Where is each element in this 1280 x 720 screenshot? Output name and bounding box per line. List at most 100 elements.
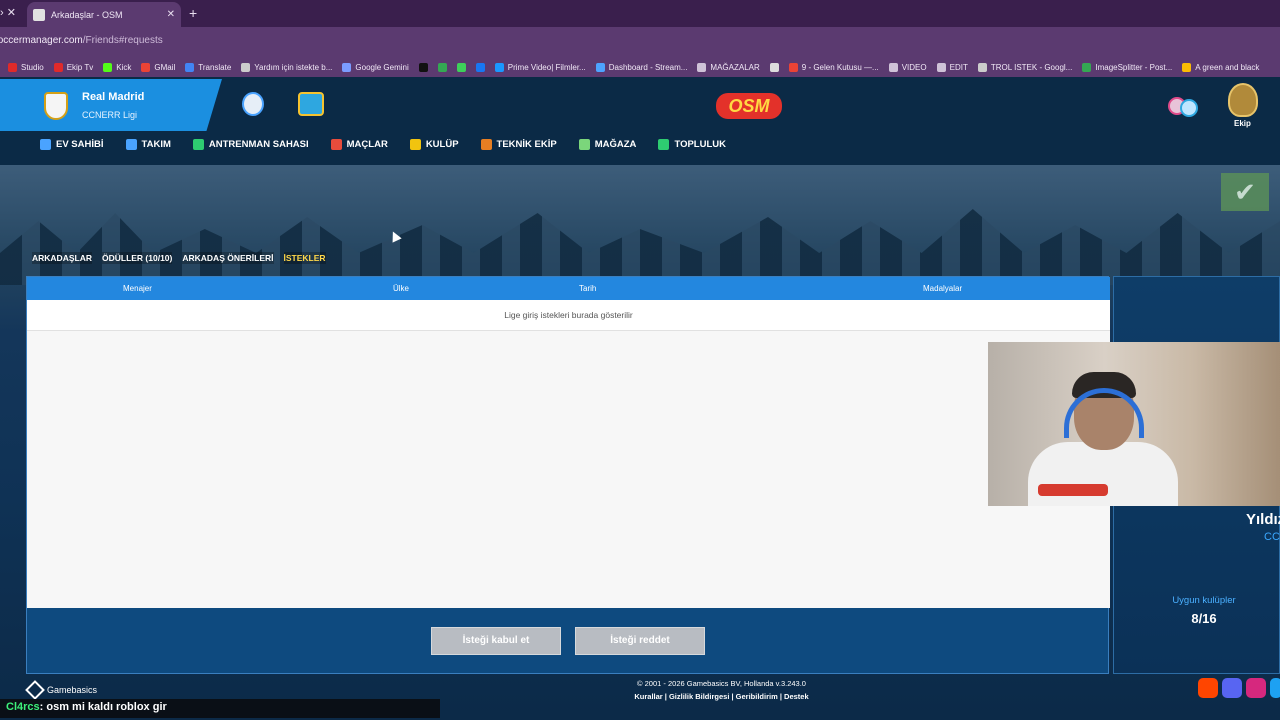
bookmark-item[interactable]: Translate (185, 62, 232, 72)
subtab-3[interactable]: İSTEKLER (283, 252, 326, 264)
chat-bubbles-icon[interactable] (1168, 95, 1200, 117)
twitter-icon[interactable] (1270, 678, 1280, 698)
active-tab[interactable]: Arkadaşlar - OSM ✕ (27, 2, 181, 27)
column-country[interactable]: Ülke (393, 284, 409, 293)
nav-item[interactable]: TEKNİK EKİP (480, 139, 557, 150)
bookmark-item[interactable]: Google Gemini (342, 62, 409, 72)
tab-close-icon[interactable]: ✕ (167, 9, 175, 20)
webcam-overlay (988, 342, 1280, 506)
nav-icon (658, 139, 670, 150)
bookmark-label: Ekip Tv (66, 62, 94, 72)
nav-item[interactable]: EV SAHİBİ (40, 139, 104, 150)
club-name: Real Madrid (82, 91, 145, 103)
microphone-icon (1038, 484, 1108, 496)
new-tab-button[interactable]: + (189, 5, 197, 21)
nav-item[interactable]: KULÜP (409, 139, 459, 150)
club-crest-icon (44, 92, 68, 120)
bookmark-label: Translate (198, 62, 232, 72)
bookmark-item[interactable]: Prime Video| Filmler... (494, 62, 586, 72)
table-body: Lige giriş istekleri burada gösterilir (27, 300, 1110, 608)
club-panel[interactable]: Real Madrid CCNERR Ligi (0, 79, 222, 131)
bookmark-icon (141, 62, 151, 72)
eligible-clubs-count: 8/16 (1191, 611, 1217, 626)
bookmark-item[interactable] (437, 62, 447, 72)
bookmark-icon (595, 62, 605, 72)
nav-item[interactable]: TAKIM (125, 139, 171, 150)
subtab-1[interactable]: ÖDÜLLER (10/10) (101, 252, 173, 264)
reject-request-button[interactable]: İsteği reddet (575, 627, 705, 655)
reddit-icon[interactable] (1198, 678, 1218, 698)
bookmark-item[interactable]: Ekip Tv (53, 62, 94, 72)
bookmark-item[interactable]: ImageSplitter - Post... (1082, 62, 1173, 72)
nav-icon (409, 139, 421, 150)
subtab-0[interactable]: ARKADAŞLAR (32, 252, 92, 264)
nav-label: EV SAHİBİ (56, 139, 104, 150)
nav-icon (40, 139, 51, 150)
address-bar[interactable]: onlinesoccermanager.com/Friends#requests (0, 27, 1280, 57)
bookmark-item[interactable]: Kick (103, 62, 132, 72)
bookmark-item[interactable] (418, 62, 428, 72)
requests-panel: Menajer Ülke Tarih Madalyalar Lige giriş… (26, 276, 1110, 674)
bookmark-icon (475, 62, 485, 72)
winter-trees-decoration (0, 209, 1280, 285)
bookmark-item[interactable]: GMail (141, 62, 176, 72)
nav-label: TAKIM (141, 139, 171, 150)
bookmark-icon (241, 62, 251, 72)
bookmark-item[interactable]: TROL ISTEK - Googl... (977, 62, 1073, 72)
bookmark-label: TROL ISTEK - Googl... (990, 62, 1073, 72)
nav-item[interactable]: TOPLULUK (658, 139, 726, 150)
nav-icon (330, 139, 342, 150)
discord-icon[interactable] (1222, 678, 1242, 698)
streamer-body (1028, 442, 1178, 506)
bookmark-icon (494, 62, 504, 72)
nav-item[interactable]: ANTRENMAN SAHASI (192, 139, 309, 150)
bookmark-item[interactable]: 9 - Gelen Kutusu —... (788, 62, 879, 72)
subtab-2[interactable]: ARKADAŞ ÖNERİLERİ (182, 252, 274, 264)
bookmark-item[interactable]: Dashboard - Stream... (595, 62, 687, 72)
bookmark-label: GMail (154, 62, 176, 72)
nav-label: TEKNİK EKİP (496, 139, 557, 150)
bookmark-item[interactable]: Yardım için istekte b... (241, 62, 332, 72)
bookmark-icon (103, 62, 113, 72)
bookmark-label: ImageSplitter - Post... (1095, 62, 1173, 72)
bookmark-label: Kick (116, 62, 132, 72)
column-date[interactable]: Tarih (579, 284, 596, 293)
stopwatch-icon[interactable] (242, 92, 264, 116)
bookmark-item[interactable]: A green and black (1182, 62, 1259, 72)
bookmark-icon (697, 62, 707, 72)
url-path: /Friends#requests (82, 35, 163, 46)
site-header: Real Madrid CCNERR Ligi OSM Ekip EV SAHİ… (0, 77, 1280, 165)
bookmark-item[interactable] (769, 62, 779, 72)
bookmark-icon (769, 62, 779, 72)
nav-item[interactable]: MAĞAZA (578, 139, 637, 150)
nav-item[interactable]: MAÇLAR (330, 139, 388, 150)
bookmark-icon (185, 62, 195, 72)
bookmark-item[interactable] (475, 62, 485, 72)
osm-favicon-icon (33, 8, 45, 21)
url-text[interactable]: onlinesoccermanager.com/Friends#requests (0, 35, 163, 46)
crew-avatar-icon[interactable] (1228, 83, 1258, 117)
bookmark-item[interactable]: EDIT (936, 62, 968, 72)
star-subtitle: CCN (1264, 531, 1280, 543)
bookmark-icon (437, 62, 447, 72)
social-links (1198, 678, 1280, 698)
bookmark-item[interactable]: MAĞAZALAR (697, 62, 760, 72)
nav-icon (125, 139, 137, 150)
bookmark-item[interactable] (456, 62, 466, 72)
nav-label: KULÜP (425, 139, 459, 150)
osm-logo[interactable]: OSM (716, 93, 782, 119)
nav-label: MAĞAZA (594, 139, 637, 150)
check-icon[interactable]: ✔ (1221, 173, 1269, 211)
previous-tab-stub[interactable]: › ✕ (0, 6, 24, 21)
bookmark-label: Google Gemini (355, 62, 409, 72)
column-medals[interactable]: Madalyalar (923, 284, 962, 293)
bookmark-icon (1182, 62, 1192, 72)
bookmark-item[interactable]: Studio (8, 62, 44, 72)
bookmark-icon (8, 62, 17, 72)
accept-request-button[interactable]: İsteği kabul et (431, 627, 561, 655)
shop-bag-icon[interactable] (298, 92, 324, 116)
bookmark-item[interactable]: VIDEO (888, 62, 927, 72)
column-manager[interactable]: Menajer (123, 284, 152, 293)
bookmark-icon (53, 62, 63, 72)
instagram-icon[interactable] (1246, 678, 1266, 698)
